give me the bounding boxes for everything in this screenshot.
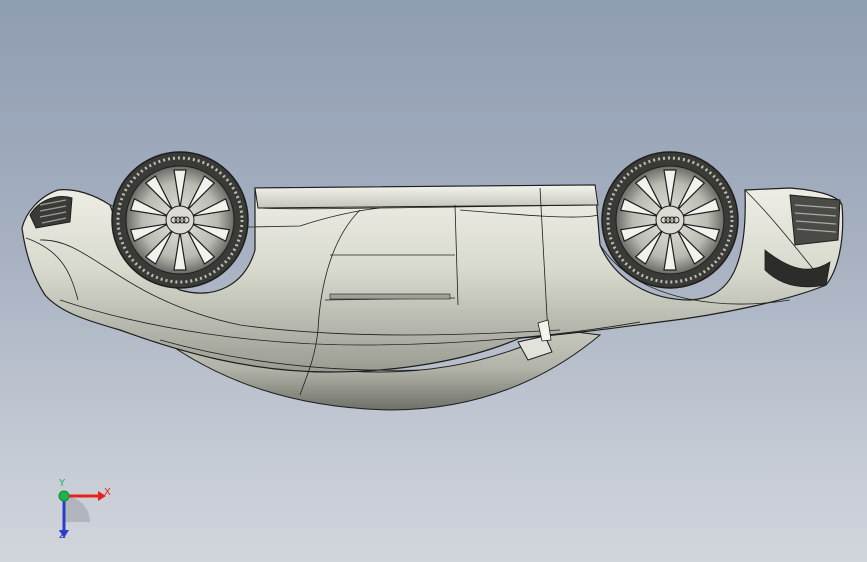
underbody-panel (254, 184, 599, 209)
y-axis-label: Y (59, 478, 66, 489)
y-axis-dot (58, 490, 70, 502)
triad-shadow (64, 496, 90, 522)
car-model-upside-down[interactable] (0, 0, 867, 562)
rear-wheel (601, 151, 739, 289)
door-handle (329, 293, 451, 300)
front-wheel (111, 151, 249, 289)
z-axis-label: Z (59, 530, 66, 541)
graphics-viewport[interactable]: X Y Z (0, 0, 867, 562)
axis-triad: X Y Z (40, 478, 120, 548)
x-axis-label: X (104, 487, 111, 498)
